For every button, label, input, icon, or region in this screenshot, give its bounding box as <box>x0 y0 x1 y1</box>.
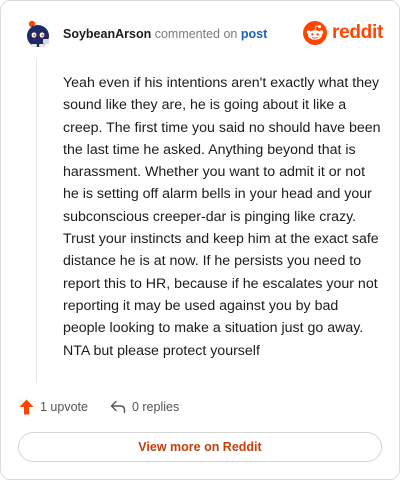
post-link[interactable]: post <box>241 27 267 41</box>
replies-button[interactable]: 0 replies <box>110 400 179 414</box>
comment-header: SoybeanArson commented on post reddit <box>17 15 385 51</box>
action-text: commented on <box>154 27 238 41</box>
username-link[interactable]: SoybeanArson <box>63 27 151 41</box>
comment-body: Yeah even if his intentions aren't exact… <box>63 75 381 359</box>
thread-line <box>36 59 37 383</box>
user-avatar[interactable] <box>23 19 53 49</box>
upvote-button[interactable]: 1 upvote <box>19 399 88 415</box>
reddit-logo-icon <box>303 21 328 45</box>
upvote-arrow-icon <box>19 399 34 415</box>
reddit-logo[interactable]: reddit <box>303 19 383 47</box>
comment-embed-card: SoybeanArson commented on post reddit Ye… <box>0 0 400 480</box>
view-more-button[interactable]: View more on Reddit <box>18 432 382 462</box>
replies-count: 0 replies <box>131 400 180 414</box>
comment-actions: 1 upvote 0 replies <box>19 397 179 417</box>
upvote-count: 1 upvote <box>40 400 88 414</box>
reply-icon <box>110 400 126 414</box>
reddit-wordmark: reddit <box>332 22 383 43</box>
comment-meta: SoybeanArson commented on post <box>63 27 267 41</box>
